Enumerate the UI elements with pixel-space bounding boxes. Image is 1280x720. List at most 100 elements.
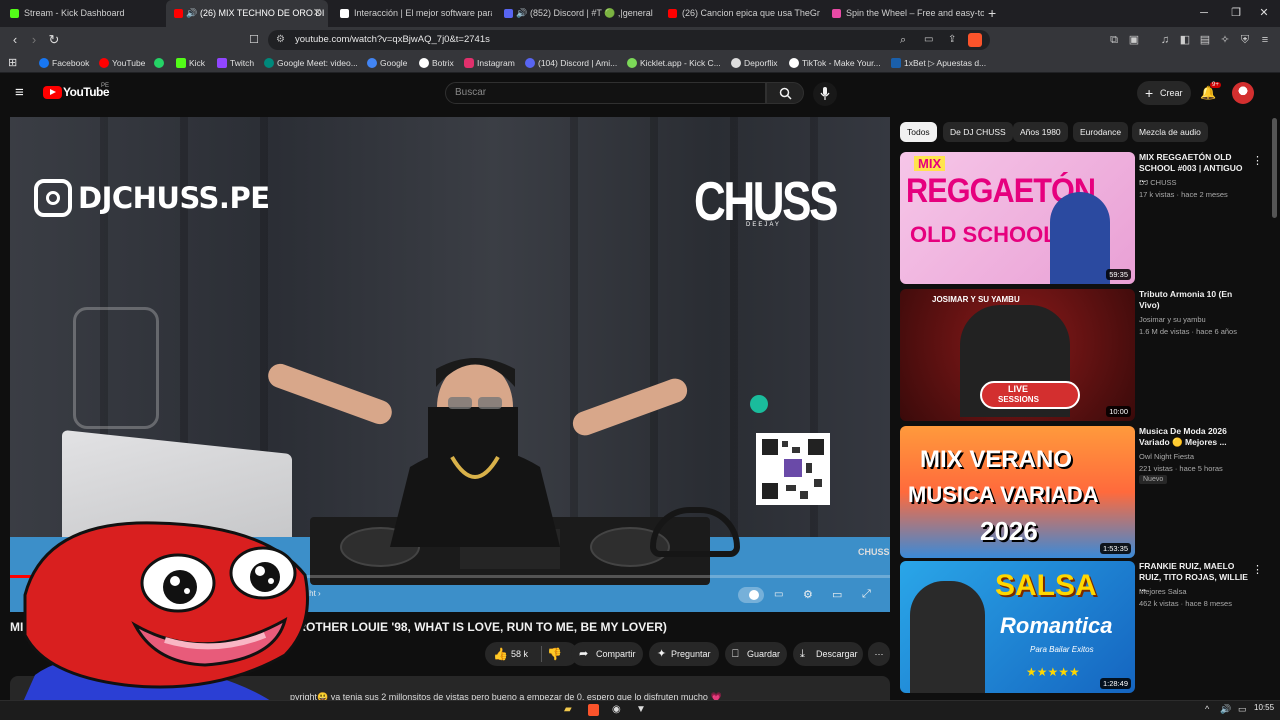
recommendation-title[interactable]: Musica De Moda 2026 Variado 🟡 Mejores ..… — [1139, 426, 1251, 448]
headphones — [650, 507, 740, 557]
tab-discord[interactable]: (852) Discord | #T 🟢 ,|general | SA 🔊 — [496, 0, 656, 27]
obs-icon[interactable]: ◉ — [612, 704, 621, 715]
sidebar-icon[interactable]: ◧ — [1178, 33, 1192, 47]
like-button[interactable]: 👍 — [493, 642, 508, 666]
chip-anos-1980[interactable]: Años 1980 — [1013, 122, 1068, 142]
zoom-icon[interactable]: ⌕ — [900, 30, 906, 50]
reload-button[interactable]: ↻ — [45, 31, 63, 49]
bookmark-kick[interactable]: Kick — [176, 53, 205, 73]
forward-button[interactable]: › — [25, 31, 43, 49]
bookmark-google[interactable]: Google — [367, 53, 407, 73]
video-thumbnail[interactable]: JOSIMAR Y SU YAMBU LIVE SESSIONS 10:00 — [900, 289, 1135, 421]
tab-kick-dashboard[interactable]: Stream - Kick Dashboard — [2, 0, 162, 27]
bookmark-icon[interactable]: ☐ — [245, 31, 263, 49]
more-actions-button[interactable]: ⋯ — [868, 642, 890, 666]
network-icon[interactable]: ▭ — [1238, 704, 1247, 715]
wallet-icon[interactable]: ▣ — [1127, 33, 1141, 47]
bookmark-youtube[interactable]: YouTube — [99, 53, 145, 73]
theater-mode-icon[interactable]: ▭ — [832, 588, 842, 601]
more-vertical-icon[interactable]: ⋮ — [1252, 563, 1263, 576]
file-explorer-icon[interactable]: ▰ — [564, 704, 572, 715]
channel-name[interactable]: DJ CHUSS — [1139, 178, 1177, 187]
brave-shield-icon[interactable] — [968, 33, 982, 47]
more-vertical-icon[interactable]: ⋮ — [1252, 154, 1263, 167]
video-thumbnail[interactable]: MIX REGGAETÓN OLD SCHOOL 59:35 — [900, 152, 1135, 284]
thumb-small-text: MIX — [914, 156, 946, 171]
bookmark-1xbet[interactable]: 1xBet ▷ Apuestas d... — [891, 53, 986, 73]
tab-cancion-epica[interactable]: (26) Cancion epica que usa TheGrefg — [660, 0, 820, 27]
tab-youtube-active[interactable]: (26) MIX TECHNO DE ORO DI 🔊 ✕ — [166, 0, 328, 27]
leo-ai-icon[interactable]: ✧ — [1218, 33, 1232, 47]
settings-gear-icon[interactable]: ⚙ — [803, 588, 813, 601]
clock-time[interactable]: 10:55 — [1254, 703, 1274, 712]
recommendation-title[interactable]: Tributo Armonia 10 (En Vivo) — [1139, 289, 1251, 311]
tray-chevron-icon[interactable]: ^ — [1205, 704, 1209, 714]
vpn-shield-icon[interactable]: ⛨ — [1238, 33, 1252, 47]
bookmark-botrix[interactable]: Botrix — [419, 53, 454, 73]
video-thumbnail[interactable]: SALSA Romantica Para Bailar Exitos ★★★★★… — [900, 561, 1135, 693]
tab-interaccion[interactable]: Interacción | El mejor software para p — [332, 0, 492, 27]
channel-name[interactable]: Mejores Salsa — [1139, 587, 1187, 596]
chip-todos[interactable]: Todos — [900, 122, 937, 142]
share-button[interactable]: ➦ Compartir — [571, 642, 643, 666]
hamburger-menu-icon[interactable]: ≡ — [15, 84, 24, 101]
menu-icon[interactable]: ≡ — [1258, 33, 1272, 47]
recommendation-item[interactable]: JOSIMAR Y SU YAMBU LIVE SESSIONS 10:00 T… — [900, 289, 1270, 422]
back-button[interactable]: ‹ — [6, 31, 24, 49]
chip-mezcla-de-audio[interactable]: Mezcla de audio — [1132, 122, 1208, 142]
recommendation-item[interactable]: SALSA Romantica Para Bailar Exitos ★★★★★… — [900, 561, 1270, 694]
create-button[interactable]: + Crear — [1137, 81, 1191, 105]
wallet-card-icon[interactable]: ▤ — [1198, 33, 1212, 47]
address-bar[interactable]: ⚙ youtube.com/watch?v=qxBjwAQ_7j0&t=2741… — [268, 30, 990, 50]
recommendation-item[interactable]: MIX VERANO MUSICA VARIADA 2026 1:53:35 M… — [900, 426, 1270, 559]
bookmark-twitch[interactable]: Twitch — [217, 53, 254, 73]
bookmark-google-meet[interactable]: Google Meet: video... — [264, 53, 358, 73]
volume-icon[interactable]: 🔊 — [1220, 704, 1231, 715]
cast-icon[interactable]: ▭ — [924, 30, 933, 50]
close-window-button[interactable]: ✕ — [1248, 0, 1280, 27]
tab-spin-wheel[interactable]: Spin the Wheel – Free and easy-to-u — [824, 0, 984, 27]
youtube-logo-icon[interactable] — [43, 86, 62, 99]
bookmark-instagram[interactable]: Instagram — [464, 53, 515, 73]
voice-search-button[interactable] — [813, 82, 837, 106]
thumb-small-text: JOSIMAR Y SU YAMBU — [932, 295, 1020, 304]
bookmark-kicklet[interactable]: Kicklet.app - Kick C... — [627, 53, 721, 73]
brave-browser-icon[interactable] — [588, 704, 599, 716]
download-button[interactable]: ⤓ Descargar — [793, 642, 863, 666]
recommendation-item[interactable]: MIX REGGAETÓN OLD SCHOOL 59:35 MIX REGGA… — [900, 152, 1270, 285]
subtitles-icon[interactable]: ▭ — [774, 589, 783, 600]
fullscreen-icon[interactable]: ⤢ — [862, 588, 871, 601]
dislike-button[interactable]: 👎 — [547, 642, 562, 666]
app-icon[interactable]: ▼ — [636, 704, 646, 715]
channel-name[interactable]: Owl Night Fiesta — [1139, 452, 1194, 461]
apps-grid-icon[interactable]: ⊞ — [8, 53, 17, 73]
bookmark-label: Twitch — [230, 58, 255, 68]
discord-icon — [525, 58, 535, 68]
chip-eurodance[interactable]: Eurodance — [1073, 122, 1129, 142]
search-input[interactable]: Buscar — [445, 82, 766, 104]
bookmark-facebook[interactable]: Facebook — [39, 53, 89, 73]
chip-de-dj-chuss[interactable]: De DJ CHUSS — [943, 122, 1013, 142]
extensions-icon[interactable]: ⧉ — [1107, 33, 1121, 47]
new-tab-button[interactable]: + — [988, 0, 996, 27]
minimize-button[interactable]: ─ — [1188, 0, 1220, 27]
page-scrollbar[interactable] — [1272, 118, 1277, 218]
bookmark-deporflix[interactable]: Deporflix — [731, 53, 778, 73]
search-button[interactable] — [766, 82, 804, 104]
youtube-icon — [99, 58, 109, 68]
share-icon[interactable]: ⇪ — [948, 30, 956, 50]
save-button[interactable]: ⎕ Guardar — [725, 642, 787, 666]
close-tab-icon[interactable]: ✕ — [313, 0, 322, 27]
bookmark-discord[interactable]: (104) Discord | Ami... — [525, 53, 617, 73]
channel-name[interactable]: Josimar y su yambu — [1139, 315, 1206, 324]
avatar[interactable] — [1232, 82, 1254, 104]
bookmark-label: Facebook — [52, 58, 90, 68]
bookmark-label: Google Meet: video... — [277, 58, 358, 68]
youtube-icon — [174, 9, 183, 18]
autoplay-toggle[interactable] — [738, 587, 764, 603]
bookmark-tiktok[interactable]: TikTok - Make Your... — [789, 53, 881, 73]
music-icon[interactable]: ♫ — [1158, 33, 1172, 47]
site-info-icon[interactable]: ⚙ — [276, 30, 285, 50]
ask-button[interactable]: ✦ Preguntar — [649, 642, 719, 666]
video-thumbnail[interactable]: MIX VERANO MUSICA VARIADA 2026 1:53:35 — [900, 426, 1135, 558]
